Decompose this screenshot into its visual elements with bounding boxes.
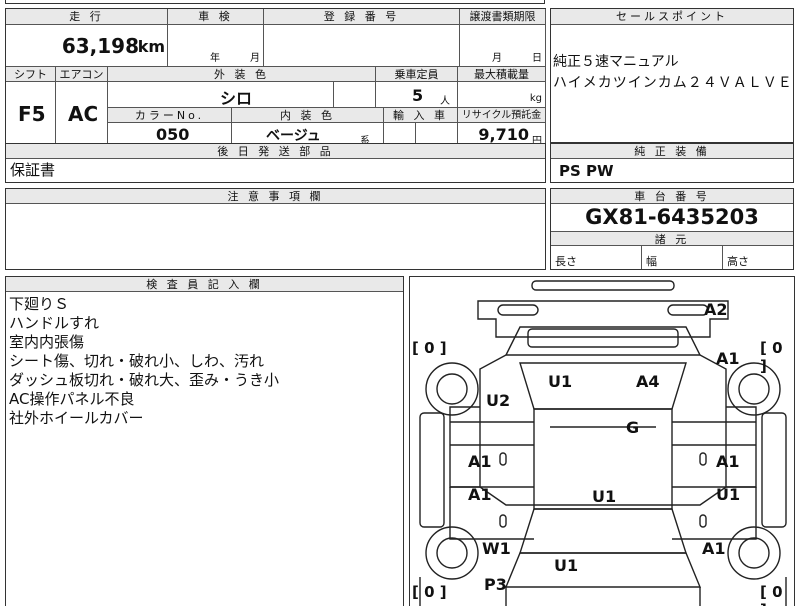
import-header: 輸 入 車 bbox=[384, 108, 458, 123]
exterior-color-header: 外 装 色 bbox=[108, 67, 376, 82]
color-no-value: 050 bbox=[156, 125, 190, 144]
mark-A1-front-right: A1 bbox=[716, 349, 740, 368]
genuine-equipment-value: PS PW bbox=[559, 162, 614, 180]
transfer-month-unit: 月 bbox=[492, 53, 502, 64]
tire-bracket-fr: [ 0 ] bbox=[760, 339, 783, 375]
recycle-header: リサイクル預託金 bbox=[458, 108, 546, 123]
transfer-deadline-cell: 月 日 bbox=[460, 25, 546, 67]
sales-points-box: セールスポイント 純正５速マニュアル ハイメカツインカム２４ＶＡＬＶＥ bbox=[550, 8, 794, 143]
inspector-note-3: 室内内張傷 bbox=[9, 333, 85, 351]
inspection-cell: 年 月 bbox=[168, 25, 264, 67]
mark-A1-door-rl: A1 bbox=[468, 485, 492, 504]
inspector-note-4: シート傷、切れ・破れ小、しわ、汚れ bbox=[9, 352, 265, 370]
mark-A1-rear-right: A1 bbox=[702, 539, 726, 558]
interior-color-header: 内 装 色 bbox=[232, 108, 384, 123]
length-cell: 長さ bbox=[551, 246, 642, 269]
capacity-value: 5 bbox=[412, 86, 424, 105]
shift-header: シフト bbox=[6, 67, 56, 82]
tire-bracket-rr: [ 0 ] bbox=[760, 583, 783, 606]
later-delivery-value: 保証書 bbox=[10, 161, 56, 179]
max-load-cell: kg bbox=[458, 82, 546, 108]
exterior-color-cell: シロ bbox=[108, 82, 334, 108]
capacity-cell: 5 人 bbox=[376, 82, 458, 108]
inspection-month-unit: 月 bbox=[250, 53, 260, 64]
mark-A4-windshield: A4 bbox=[636, 372, 660, 391]
ac-value: AC bbox=[68, 102, 99, 126]
mark-U1-front-left: U1 bbox=[548, 372, 573, 391]
inspector-note-5: ダッシュ板切れ・破れ大、歪み・うき小 bbox=[9, 371, 280, 389]
chassis-value: GX81-6435203 bbox=[585, 205, 759, 229]
max-load-unit: kg bbox=[529, 93, 542, 104]
notes-box: 注 意 事 項 欄 bbox=[5, 188, 546, 270]
registration-cell bbox=[264, 25, 460, 67]
tire-bracket-rl: [ 0 ] bbox=[412, 583, 447, 601]
max-load-header: 最大積載量 bbox=[458, 67, 546, 82]
mark-U1-door-rr: U1 bbox=[716, 485, 741, 504]
top-strip bbox=[5, 0, 545, 4]
sales-point-1: 純正５速マニュアル bbox=[553, 54, 679, 70]
width-cell: 幅 bbox=[642, 246, 723, 269]
recycle-value: 9,710 bbox=[478, 125, 529, 144]
transfer-day-unit: 日 bbox=[532, 53, 542, 64]
height-label: 高さ bbox=[727, 255, 749, 268]
mileage-value: 63,198 bbox=[61, 34, 139, 58]
inspection-header: 車 検 bbox=[168, 9, 264, 25]
inspector-note-2: ハンドルすれ bbox=[9, 314, 100, 332]
chassis-box: 車 台 番 号 GX81-6435203 諸 元 長さ 幅 高さ bbox=[550, 188, 794, 270]
ac-cell: AC bbox=[56, 82, 108, 146]
capacity-header: 乗車定員 bbox=[376, 67, 458, 82]
vehicle-info-table: 走 行 車 検 登 録 番 号 譲渡書類期限 63,198 km 年 月 月 日… bbox=[5, 8, 546, 146]
shift-value: F5 bbox=[18, 102, 46, 126]
genuine-equipment-box: 純 正 装 備 PS PW bbox=[550, 143, 794, 183]
transfer-deadline-header: 譲渡書類期限 bbox=[460, 9, 546, 25]
inspection-year-unit: 年 bbox=[210, 53, 220, 64]
mileage-cell: 63,198 km bbox=[6, 25, 168, 67]
chassis-header: 車 台 番 号 bbox=[551, 189, 793, 204]
inspector-notes-box: 検 査 員 記 入 欄 下廻りＳ ハンドルすれ 室内内張傷 シート傷、切れ・破れ… bbox=[5, 276, 404, 606]
mark-W1-rear-left: W1 bbox=[482, 539, 511, 558]
color-no-header: カラーNo. bbox=[108, 108, 232, 123]
height-cell: 高さ bbox=[723, 246, 793, 269]
width-label: 幅 bbox=[646, 255, 657, 268]
mark-P3-rear-left: P3 bbox=[484, 575, 507, 594]
inspector-notes-header: 検 査 員 記 入 欄 bbox=[6, 277, 403, 292]
capacity-unit: 人 bbox=[440, 96, 450, 107]
registration-header: 登 録 番 号 bbox=[264, 9, 460, 25]
inspector-note-6: AC操作パネル不良 bbox=[9, 390, 135, 408]
mark-U1-rear: U1 bbox=[554, 556, 579, 575]
later-delivery-header: 後 日 発 送 部 品 bbox=[6, 144, 545, 159]
exterior-color-extra-cell bbox=[334, 82, 376, 108]
mark-U2-left: U2 bbox=[486, 391, 511, 410]
mileage-unit: km bbox=[137, 37, 165, 56]
car-diagram-box: [ 0 ] [ 0 ] [ 0 ] [ 0 ] A2 A1 U1 A4 U2 G… bbox=[409, 276, 795, 606]
ac-header: エアコン bbox=[56, 67, 108, 82]
car-diagram-svg bbox=[419, 280, 787, 606]
interior-color-value: ベージュ bbox=[266, 128, 321, 144]
later-delivery-box: 後 日 発 送 部 品 保証書 bbox=[5, 143, 546, 183]
mark-U1-roof: U1 bbox=[592, 487, 617, 506]
mark-G-glass: G bbox=[626, 418, 640, 437]
shift-cell: F5 bbox=[6, 82, 56, 146]
exterior-color-value: シロ bbox=[220, 89, 253, 108]
mark-A1-door-fl: A1 bbox=[468, 452, 492, 471]
sales-points-header: セールスポイント bbox=[551, 9, 793, 25]
length-label: 長さ bbox=[555, 255, 577, 268]
mark-A2-bumper: A2 bbox=[704, 300, 728, 319]
inspector-note-7: 社外ホイールカバー bbox=[9, 409, 144, 427]
genuine-equipment-header: 純 正 装 備 bbox=[551, 144, 793, 159]
sales-point-2: ハイメカツインカム２４ＶＡＬＶＥ bbox=[553, 75, 793, 91]
mileage-header: 走 行 bbox=[6, 9, 168, 25]
notes-header: 注 意 事 項 欄 bbox=[6, 189, 545, 204]
inspector-note-1: 下廻りＳ bbox=[9, 295, 70, 313]
dimensions-header: 諸 元 bbox=[551, 231, 793, 246]
mark-A1-door-fr: A1 bbox=[716, 452, 740, 471]
tire-bracket-fl: [ 0 ] bbox=[412, 339, 447, 357]
